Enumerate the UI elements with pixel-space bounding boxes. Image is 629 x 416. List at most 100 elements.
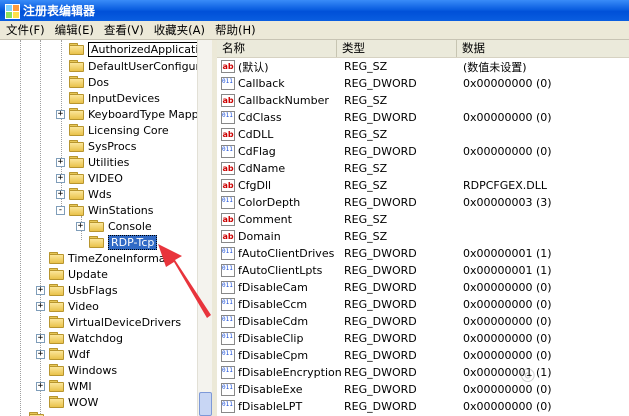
expand-button[interactable]: + (36, 334, 45, 343)
menu-favorites[interactable]: 收藏夹(A) (150, 22, 209, 38)
binary-value-icon: 011 110 (221, 383, 235, 396)
watermark: ◎ (520, 364, 536, 385)
expand-button[interactable]: + (36, 350, 45, 359)
registry-value-list[interactable]: 名称 类型 数据 ab(默认)REG_SZ(数值未设置)011 110Callb… (217, 40, 629, 416)
tree-item[interactable]: WOW (49, 394, 98, 410)
list-item[interactable]: 011 110fAutoClientLpts REG_DWORD 0x0000000… (217, 262, 629, 279)
tree-item[interactable]: Console (89, 218, 152, 234)
tree-item[interactable]: VIDEO (69, 170, 123, 186)
folder-icon (69, 75, 85, 89)
value-type: REG_DWORD (344, 298, 417, 311)
expand-button[interactable]: + (36, 382, 45, 391)
binary-value-icon: 011 110 (221, 196, 235, 209)
tree-item[interactable]: Video (49, 298, 99, 314)
tree-item[interactable]: InputDevices (69, 90, 160, 106)
value-type: REG_SZ (344, 60, 388, 73)
tree-item-selected[interactable]: RDP-Tcp (89, 234, 158, 250)
list-item[interactable]: 011 110fDisableExe REG_DWORD 0x00000000 (0… (217, 381, 629, 398)
value-type: REG_DWORD (344, 145, 417, 158)
value-name: fDisableEncryption (238, 366, 342, 379)
tree-item[interactable]: Wdf (49, 346, 90, 362)
scrollbar-thumb[interactable] (199, 392, 212, 416)
tree-vertical-scrollbar[interactable] (197, 40, 213, 416)
menu-help[interactable]: 帮助(H) (211, 22, 260, 38)
tree-item[interactable]: SysProcs (69, 138, 136, 154)
string-value-icon: ab (221, 60, 235, 73)
tree-item[interactable]: Wds (69, 186, 112, 202)
tree-item[interactable]: KeyboardType Mappi (69, 106, 202, 122)
tree-item[interactable]: Watchdog (49, 330, 123, 346)
list-item[interactable]: ab (默认) REG_SZ (数值未设置) (217, 58, 629, 75)
menu-view[interactable]: 查看(V) (100, 22, 148, 38)
list-item[interactable]: ab Comment REG_SZ (217, 211, 629, 228)
list-item[interactable]: 011 110CdFlag REG_DWORD 0x00000000 (0) (217, 143, 629, 160)
collapse-button[interactable]: - (56, 206, 65, 215)
menu-file[interactable]: 文件(F) (2, 22, 49, 38)
tree-item[interactable]: Utilities (69, 154, 129, 170)
list-item[interactable]: ab CfgDll REG_SZ RDPCFGEX.DLL (217, 177, 629, 194)
column-header-type[interactable]: 类型 (337, 40, 457, 57)
expand-button[interactable]: + (56, 158, 65, 167)
list-item[interactable]: 011 110fAutoClientDrives REG_DWORD 0x00000… (217, 245, 629, 262)
tree-item[interactable]: DefaultUserConfigura (69, 58, 207, 74)
list-item[interactable]: ab CdName REG_SZ (217, 160, 629, 177)
binary-value-icon: 011 110 (221, 332, 235, 345)
binary-value-icon: 011 110 (221, 349, 235, 362)
value-type: REG_SZ (344, 128, 388, 141)
tree-item-label: Utilities (88, 155, 130, 169)
value-data: 0x00000000 (0) (463, 400, 552, 413)
list-item[interactable]: 011 110CdClass REG_DWORD 0x00000000 (0) (217, 109, 629, 126)
column-header-name[interactable]: 名称 (217, 40, 337, 57)
binary-value-icon: 011 110 (221, 315, 235, 328)
value-name: fDisableCam (238, 281, 308, 294)
tree-item[interactable]: AuthorizedApplications (69, 41, 212, 57)
expand-button[interactable]: + (36, 286, 45, 295)
folder-icon (69, 123, 85, 137)
tree-item-partial[interactable] (29, 410, 48, 416)
list-item[interactable]: 011 110fDisableCpm REG_DWORD 0x00000000 (0… (217, 347, 629, 364)
list-item[interactable]: 011 110fDisableCam REG_DWORD 0x00000000 (0… (217, 279, 629, 296)
list-header: 名称 类型 数据 (217, 40, 629, 58)
column-header-data[interactable]: 数据 (457, 40, 629, 57)
tree-item[interactable]: Licensing Core (69, 122, 169, 138)
string-value-icon: ab (221, 162, 235, 175)
tree-item[interactable]: Update (49, 266, 108, 282)
tree-item[interactable]: WMI (49, 378, 92, 394)
folder-icon (69, 59, 85, 73)
tree-item[interactable]: Dos (69, 74, 109, 90)
registry-key-tree[interactable]: AuthorizedApplications DefaultUserConfig… (0, 40, 213, 416)
list-item[interactable]: ab CdDLL REG_SZ (217, 126, 629, 143)
list-item[interactable]: 011 110fDisableCdm REG_DWORD 0x00000000 (0… (217, 313, 629, 330)
tree-item[interactable]: UsbFlags (49, 282, 118, 298)
list-item[interactable]: 011 110fDisableClip REG_DWORD 0x00000000 (… (217, 330, 629, 347)
tree-item[interactable]: WinStations (69, 202, 154, 218)
value-name: fDisableCpm (238, 349, 309, 362)
list-item[interactable]: 011 110fDisableCcm REG_DWORD 0x00000000 (0… (217, 296, 629, 313)
tree-item[interactable]: Windows (49, 362, 117, 378)
value-type: REG_DWORD (344, 281, 417, 294)
expand-button[interactable]: + (36, 302, 45, 311)
tree-item-label: Wdf (68, 347, 90, 361)
tree-item-label: RDP-Tcp (108, 234, 158, 250)
list-item[interactable]: ab Domain REG_SZ (217, 228, 629, 245)
list-item[interactable]: 011 110fDisableEncryptionREG_DWORD 0x0000… (217, 364, 629, 381)
string-value-icon: ab (221, 213, 235, 226)
binary-value-icon: 011 110 (221, 298, 235, 311)
tree-item-label: InputDevices (88, 91, 160, 105)
value-name: ColorDepth (238, 196, 301, 209)
list-item[interactable]: 011 110Callback REG_DWORD 0x00000000 (0) (217, 75, 629, 92)
menu-edit[interactable]: 编辑(E) (51, 22, 98, 38)
tree-item-label: VirtualDeviceDrivers (68, 315, 182, 329)
value-type: REG_SZ (344, 162, 388, 175)
expand-button[interactable]: + (76, 222, 85, 231)
expand-button[interactable]: + (56, 174, 65, 183)
list-item[interactable]: ab CallbackNumber REG_SZ (217, 92, 629, 109)
expand-button[interactable]: + (56, 110, 65, 119)
list-item[interactable]: 011 110ColorDepth REG_DWORD 0x00000003 (3) (217, 194, 629, 211)
tree-item[interactable]: VirtualDeviceDrivers (49, 314, 181, 330)
tree-item[interactable]: TimeZoneInformat (49, 250, 170, 266)
list-item[interactable]: 011 110fDisableLPT REG_DWORD 0x00000000 (0… (217, 398, 629, 415)
registry-editor-icon (5, 3, 20, 19)
value-type: REG_SZ (344, 94, 388, 107)
expand-button[interactable]: + (56, 190, 65, 199)
